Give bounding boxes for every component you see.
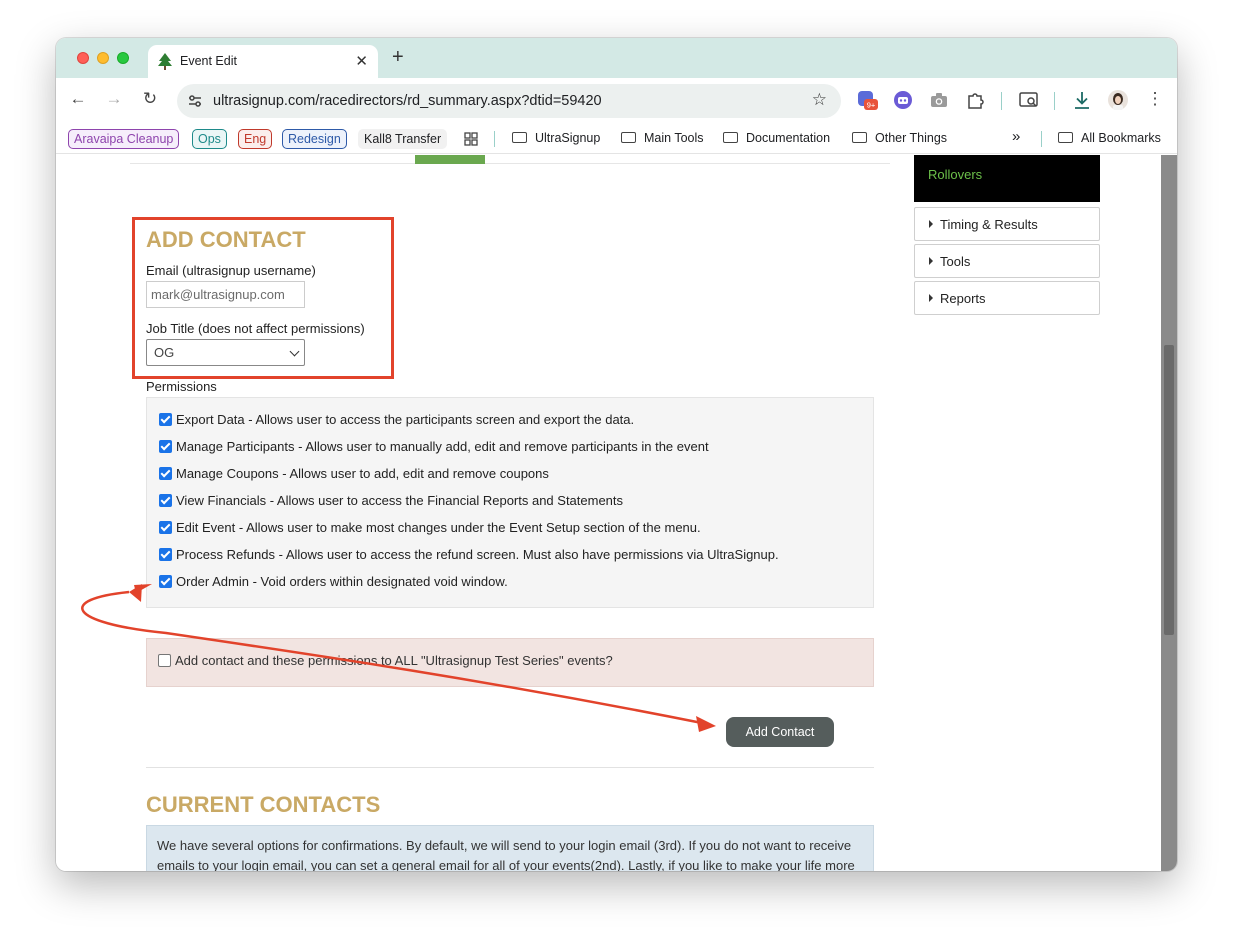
series-checkbox[interactable] — [158, 654, 171, 667]
caret-right-icon — [929, 257, 933, 265]
camera-icon[interactable] — [928, 89, 950, 111]
browser-toolbar: ← → ↻ ultrasignup.com/racedirectors/rd_s… — [56, 78, 1177, 124]
tab-strip: Event Edit ✕ + — [56, 38, 1177, 78]
active-tab-indicator — [415, 155, 485, 164]
current-contacts-heading: CURRENT CONTACTS — [146, 792, 381, 817]
bookmark-aravaipa-cleanup[interactable]: Aravaipa Cleanup — [68, 129, 180, 149]
download-icon[interactable] — [1071, 89, 1093, 111]
add-contact-heading: ADD CONTACT — [146, 227, 306, 252]
reload-button[interactable]: ↻ — [139, 89, 161, 109]
tab-search-icon[interactable] — [1018, 89, 1040, 111]
job-title-select[interactable]: OG — [146, 339, 305, 366]
bookmarks-divider — [494, 131, 495, 147]
toolbar-divider — [1001, 92, 1002, 110]
tree-icon — [158, 53, 172, 70]
confirmation-info-box: We have several options for confirmation… — [146, 825, 874, 871]
manage-participants-checkbox[interactable] — [159, 440, 172, 453]
profile-avatar-icon[interactable] — [1107, 89, 1129, 111]
browser-window: Event Edit ✕ + ← → ↻ ultrasignup.com/rac… — [56, 38, 1177, 871]
process-refunds-checkbox[interactable] — [159, 548, 172, 561]
permission-manage-participants: Manage Participants - Allows user to man… — [159, 439, 709, 454]
address-bar[interactable]: ultrasignup.com/racedirectors/rd_summary… — [177, 84, 841, 118]
extension-badge: 9+ — [867, 101, 876, 110]
bookmark-redesign[interactable]: Redesign — [282, 129, 347, 149]
page-content: Rollovers Timing & Results Tools Reports… — [56, 155, 1161, 871]
bookmark-star-icon[interactable]: ☆ — [812, 90, 827, 110]
url-text: ultrasignup.com/racedirectors/rd_summary… — [213, 93, 602, 109]
add-contact-button[interactable]: Add Contact — [726, 717, 834, 747]
series-option-box: Add contact and these permissions to ALL… — [146, 638, 874, 687]
permission-view-financials: View Financials - Allows user to access … — [159, 493, 623, 508]
folder-icon — [723, 132, 738, 143]
job-title-selected-value: OG — [154, 345, 175, 360]
new-tab-button[interactable]: + — [392, 46, 404, 69]
arrowhead-left-icon — [129, 584, 142, 602]
close-window-button[interactable] — [77, 52, 89, 64]
bookmark-folder-documentation[interactable]: Documentation — [723, 131, 830, 145]
minimize-window-button[interactable] — [97, 52, 109, 64]
manage-coupons-checkbox[interactable] — [159, 467, 172, 480]
sidebar-item-timing-results[interactable]: Timing & Results — [914, 207, 1100, 241]
extensions-puzzle-icon[interactable] — [964, 89, 986, 111]
sidebar-item-reports[interactable]: Reports — [914, 281, 1100, 315]
caret-right-icon — [929, 220, 933, 228]
permission-export-data: Export Data - Allows user to access the … — [159, 412, 634, 427]
extension-grammar-icon[interactable]: 9+ — [856, 89, 878, 111]
more-bookmarks-icon[interactable]: » — [1012, 128, 1020, 145]
section-divider — [146, 767, 874, 768]
zoom-window-button[interactable] — [117, 52, 129, 64]
folder-icon — [852, 132, 867, 143]
bookmarks-bar: Aravaipa Cleanup Ops Eng Redesign Kall8 … — [56, 124, 1177, 154]
confirmation-info-text: We have several options for confirmation… — [157, 838, 855, 871]
tab-title: Event Edit — [180, 54, 237, 68]
sidebar-item-tools[interactable]: Tools — [914, 244, 1100, 278]
bookmark-all-bookmarks[interactable]: All Bookmarks — [1058, 131, 1161, 145]
series-option: Add contact and these permissions to ALL… — [158, 653, 613, 668]
order-admin-checkbox[interactable] — [159, 575, 172, 588]
forward-button[interactable]: → — [103, 89, 125, 109]
job-title-label: Job Title (does not affect permissions) — [146, 321, 365, 336]
sidebar-item-label: Tools — [940, 254, 971, 269]
permission-order-admin: Order Admin - Void orders within designa… — [159, 574, 508, 589]
folder-icon — [512, 132, 527, 143]
permissions-list: Export Data - Allows user to access the … — [146, 397, 874, 608]
bookmarks-divider — [1041, 131, 1042, 147]
export-data-checkbox[interactable] — [159, 413, 172, 426]
folder-icon — [621, 132, 636, 143]
bookmark-eng[interactable]: Eng — [238, 129, 273, 149]
bookmark-folder-other-things[interactable]: Other Things — [852, 131, 947, 145]
folder-icon — [1058, 132, 1073, 143]
toolbar-divider — [1054, 92, 1055, 110]
bookmark-ops[interactable]: Ops — [192, 129, 227, 149]
site-settings-icon[interactable] — [187, 93, 203, 109]
back-button[interactable]: ← — [67, 89, 89, 109]
permission-manage-coupons: Manage Coupons - Allows user to add, edi… — [159, 466, 549, 481]
robot-extension-icon[interactable] — [892, 89, 914, 111]
view-financials-checkbox[interactable] — [159, 494, 172, 507]
email-input[interactable] — [146, 281, 305, 308]
browser-menu-icon[interactable]: ⋮ — [1144, 89, 1166, 109]
chevron-down-icon — [289, 346, 300, 357]
permissions-label: Permissions — [146, 379, 217, 394]
sidebar-item-label: Rollovers — [928, 167, 983, 182]
arrowhead-add-contact-icon — [696, 716, 716, 732]
tab-close-icon[interactable]: ✕ — [355, 52, 368, 70]
top-divider — [130, 163, 890, 164]
bookmark-kall8-transfer[interactable]: Kall8 Transfer — [358, 129, 448, 149]
bookmark-folder-main-tools[interactable]: Main Tools — [621, 131, 704, 145]
permission-edit-event: Edit Event - Allows user to make most ch… — [159, 520, 701, 535]
tab-event-edit[interactable]: Event Edit ✕ — [148, 45, 378, 78]
sidebar-item-label: Reports — [940, 291, 986, 306]
bookmark-folder-ultrasignup[interactable]: UltraSignup — [512, 131, 600, 145]
apps-grid-icon[interactable] — [464, 132, 478, 146]
scrollbar-thumb[interactable] — [1164, 345, 1174, 635]
sidebar-item-rollovers[interactable]: Rollovers — [914, 155, 1100, 202]
caret-right-icon — [929, 294, 933, 302]
edit-event-checkbox[interactable] — [159, 521, 172, 534]
email-label: Email (ultrasignup username) — [146, 263, 316, 278]
permission-process-refunds: Process Refunds - Allows user to access … — [159, 547, 779, 562]
sidebar-item-label: Timing & Results — [940, 217, 1038, 232]
